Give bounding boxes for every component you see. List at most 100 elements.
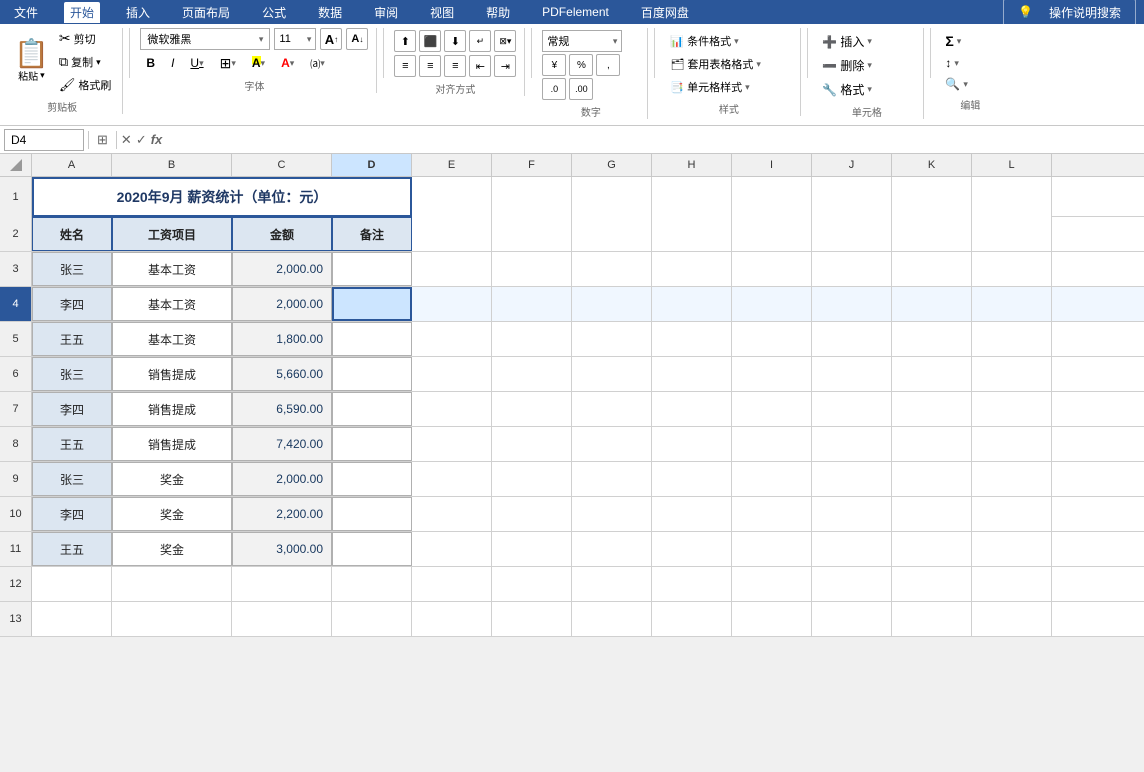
- cell-j9[interactable]: [812, 462, 892, 496]
- cell-j13[interactable]: [812, 602, 892, 636]
- confirm-formula-button[interactable]: ✓: [136, 132, 147, 148]
- menu-pdf[interactable]: PDFelement: [536, 3, 615, 21]
- col-header-i[interactable]: I: [732, 154, 812, 176]
- row-header-3[interactable]: 3: [0, 252, 32, 286]
- cell-l6[interactable]: [972, 357, 1052, 391]
- delete-button[interactable]: ➖ 删除 ▾: [818, 55, 876, 76]
- left-align-button[interactable]: ≡: [394, 55, 416, 77]
- cell-d10[interactable]: [332, 497, 412, 531]
- special-char-button[interactable]: ⒜ ▾: [304, 52, 331, 74]
- cell-i5[interactable]: [732, 322, 812, 356]
- format-painter-button[interactable]: 🖌 格式刷: [56, 75, 115, 95]
- cell-f12[interactable]: [492, 567, 572, 601]
- cell-e9[interactable]: [412, 462, 492, 496]
- conditional-format-button[interactable]: 📊 条件格式 ▾: [665, 31, 766, 51]
- decrease-font-button[interactable]: A ↓: [346, 28, 368, 50]
- cell-f11[interactable]: [492, 532, 572, 566]
- row-header-7[interactable]: 7: [0, 392, 32, 426]
- right-align-button[interactable]: ≡: [444, 55, 466, 77]
- indent-right-button[interactable]: ⇥: [494, 55, 516, 77]
- cell-k12[interactable]: [892, 567, 972, 601]
- cell-d5[interactable]: [332, 322, 412, 356]
- cell-f1[interactable]: [492, 177, 572, 217]
- formula-input[interactable]: [166, 129, 1140, 151]
- fill-color-button[interactable]: A ▾: [246, 52, 271, 74]
- cell-c10[interactable]: 2,200.00: [232, 497, 332, 531]
- cell-h13[interactable]: [652, 602, 732, 636]
- cell-f4[interactable]: [492, 287, 572, 321]
- cell-i11[interactable]: [732, 532, 812, 566]
- cell-a6[interactable]: 张三: [32, 357, 112, 391]
- cell-f10[interactable]: [492, 497, 572, 531]
- cell-c9[interactable]: 2,000.00: [232, 462, 332, 496]
- col-header-k[interactable]: K: [892, 154, 972, 176]
- cell-j4[interactable]: [812, 287, 892, 321]
- cell-g3[interactable]: [572, 252, 652, 286]
- italic-button[interactable]: I: [165, 52, 180, 74]
- cell-d2[interactable]: 备注: [332, 217, 412, 251]
- top-align-button[interactable]: ⬆: [394, 30, 416, 52]
- cell-h12[interactable]: [652, 567, 732, 601]
- cell-e8[interactable]: [412, 427, 492, 461]
- row-header-13[interactable]: 13: [0, 602, 32, 636]
- cell-j7[interactable]: [812, 392, 892, 426]
- comma-button[interactable]: ,: [596, 54, 620, 76]
- row-header-5[interactable]: 5: [0, 322, 32, 356]
- col-header-g[interactable]: G: [572, 154, 652, 176]
- cell-d3[interactable]: [332, 252, 412, 286]
- cell-l7[interactable]: [972, 392, 1052, 426]
- row-header-1[interactable]: 1: [0, 177, 32, 217]
- row-header-6[interactable]: 6: [0, 357, 32, 391]
- cell-c6[interactable]: 5,660.00: [232, 357, 332, 391]
- cell-h7[interactable]: [652, 392, 732, 426]
- row-header-10[interactable]: 10: [0, 497, 32, 531]
- cell-l5[interactable]: [972, 322, 1052, 356]
- cell-e1[interactable]: [412, 177, 492, 217]
- cell-f8[interactable]: [492, 427, 572, 461]
- cell-l1[interactable]: [972, 177, 1052, 217]
- cell-b11[interactable]: 奖金: [112, 532, 232, 566]
- cell-g1[interactable]: [572, 177, 652, 217]
- cell-g4[interactable]: [572, 287, 652, 321]
- cell-g13[interactable]: [572, 602, 652, 636]
- cell-i9[interactable]: [732, 462, 812, 496]
- cell-k4[interactable]: [892, 287, 972, 321]
- cell-c13[interactable]: [232, 602, 332, 636]
- cell-g10[interactable]: [572, 497, 652, 531]
- row-header-9[interactable]: 9: [0, 462, 32, 496]
- cell-d13[interactable]: [332, 602, 412, 636]
- cell-g8[interactable]: [572, 427, 652, 461]
- cell-c5[interactable]: 1,800.00: [232, 322, 332, 356]
- cell-c4[interactable]: 2,000.00: [232, 287, 332, 321]
- sum-button[interactable]: Σ ▾: [941, 31, 971, 51]
- cell-j1[interactable]: [812, 177, 892, 217]
- menu-insert[interactable]: 插入: [120, 2, 156, 23]
- cell-h3[interactable]: [652, 252, 732, 286]
- cell-l10[interactable]: [972, 497, 1052, 531]
- cell-k1[interactable]: [892, 177, 972, 217]
- sort-button[interactable]: ↕ ▾: [941, 54, 971, 72]
- cell-c8[interactable]: 7,420.00: [232, 427, 332, 461]
- cell-h5[interactable]: [652, 322, 732, 356]
- cell-e10[interactable]: [412, 497, 492, 531]
- cell-f6[interactable]: [492, 357, 572, 391]
- copy-button[interactable]: ⧉ 复制 ▾: [56, 52, 115, 72]
- col-header-d[interactable]: D: [332, 154, 412, 176]
- cell-b9[interactable]: 奖金: [112, 462, 232, 496]
- cell-k9[interactable]: [892, 462, 972, 496]
- cell-k8[interactable]: [892, 427, 972, 461]
- col-header-c[interactable]: C: [232, 154, 332, 176]
- cell-g11[interactable]: [572, 532, 652, 566]
- cell-k6[interactable]: [892, 357, 972, 391]
- cell-h2[interactable]: [652, 217, 732, 251]
- cell-l4[interactable]: [972, 287, 1052, 321]
- menu-review[interactable]: 审阅: [368, 2, 404, 23]
- cell-j6[interactable]: [812, 357, 892, 391]
- format-button[interactable]: 🔧 格式 ▾: [818, 79, 876, 100]
- cell-a11[interactable]: 王五: [32, 532, 112, 566]
- cell-k2[interactable]: [892, 217, 972, 251]
- cell-b7[interactable]: 销售提成: [112, 392, 232, 426]
- insert-button[interactable]: ➕ 插入 ▾: [818, 31, 876, 52]
- cell-i10[interactable]: [732, 497, 812, 531]
- percent-button[interactable]: %: [569, 54, 593, 76]
